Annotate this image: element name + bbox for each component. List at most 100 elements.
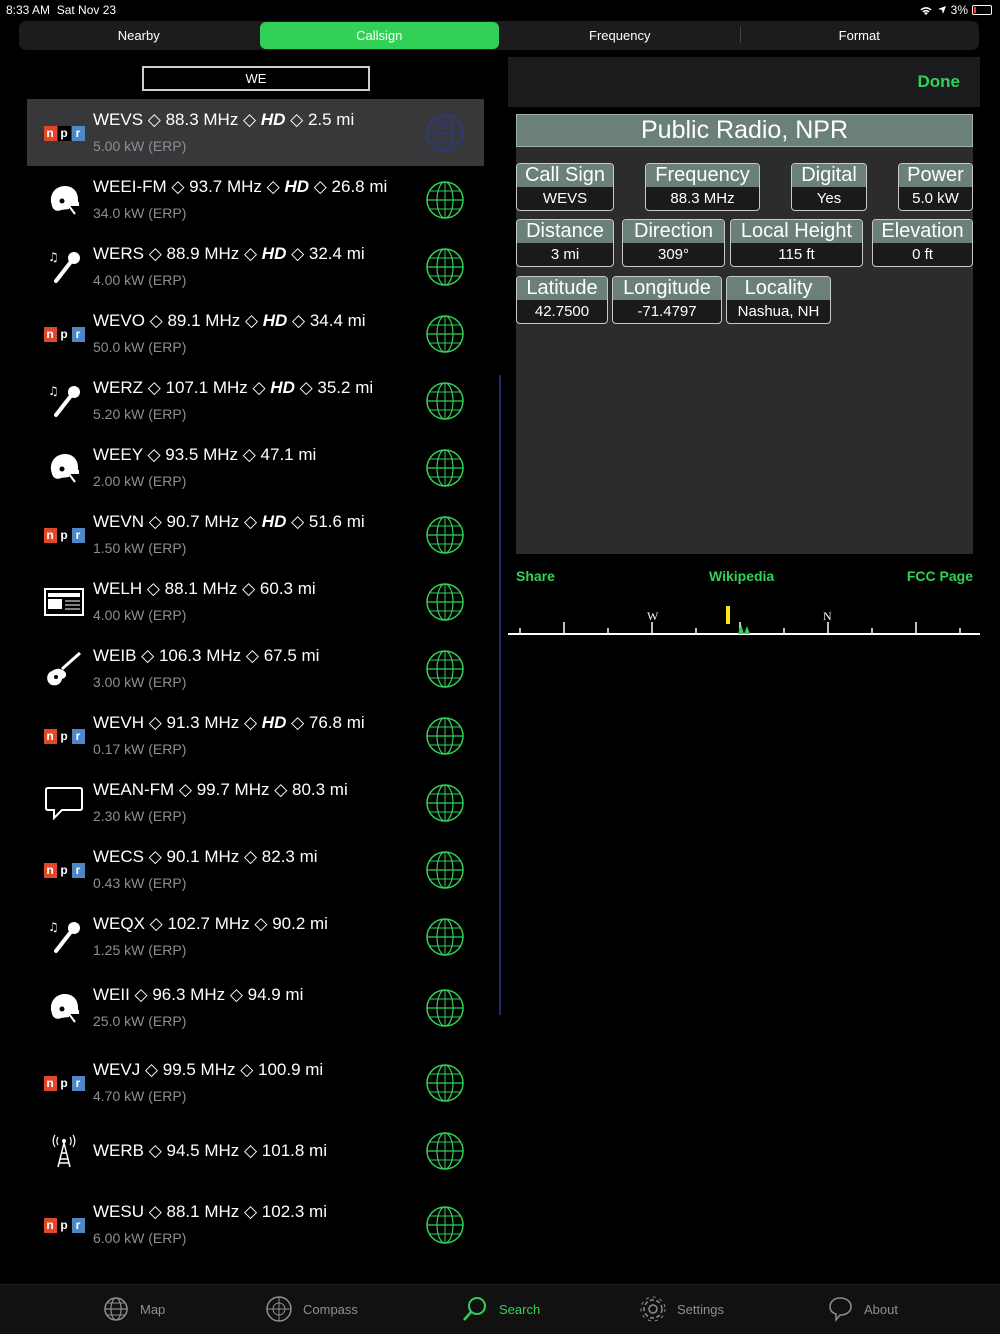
status-time: 8:33 AM Sat Nov 23 [6,3,117,17]
callsign-search-input[interactable]: WE [142,66,370,91]
station-row[interactable]: WEAN-FM ◇ 99.7 MHz ◇ 80.3 mi 2.30 kW (ERP… [27,769,484,836]
field-value: 3 mi [550,246,580,263]
station-title: WELH ◇ 88.1 MHz ◇ 60.3 mi [93,579,316,598]
station-row[interactable]: ♫ WERS ◇ 88.9 MHz ◇ HD ◇ 32.4 mi 4.00 kW (… [27,233,484,300]
station-power: 0.43 kW (ERP) [93,875,187,891]
field-label: Distance [517,220,613,243]
station-row[interactable]: n p r WEVN ◇ 90.7 MHz ◇ HD ◇ 51.6 mi 1.50 kW… [27,501,484,568]
tab-label: About [864,1301,898,1317]
compass-north-label: N [823,609,832,623]
station-row[interactable]: n p r WECS ◇ 90.1 MHz ◇ 82.3 mi 0.43 kW (ERP… [27,836,484,903]
npr-logo: npr [41,316,87,352]
station-row[interactable]: ♫ WEQX ◇ 102.7 MHz ◇ 90.2 mi 1.25 kW (ERP) [27,903,484,970]
station-row[interactable]: WEEI-FM ◇ 93.7 MHz ◇ HD ◇ 26.8 mi 34.0 kW… [27,166,484,233]
station-row[interactable]: n p r WEVO ◇ 89.1 MHz ◇ HD ◇ 34.4 mi 50.0 kW… [27,300,484,367]
globe-icon[interactable] [425,381,465,421]
tab-label: Settings [677,1301,724,1317]
status-bar: 8:33 AM Sat Nov 23 3% [0,0,1000,20]
segment-frequency[interactable]: Frequency [500,21,740,50]
tab-settings[interactable]: Settings [639,1295,724,1323]
fcc-page-link[interactable]: FCC Page [907,568,973,584]
station-row[interactable]: n p r WEVJ ◇ 99.5 MHz ◇ 100.9 mi 4.70 kW (ER… [27,1049,484,1116]
station-row[interactable]: WEII ◇ 96.3 MHz ◇ 94.9 mi 25.0 kW (ERP) [27,974,484,1041]
globe-icon[interactable] [425,180,465,220]
globe-icon[interactable] [425,1131,465,1171]
field-label: Local Height [731,220,862,243]
search-icon [463,1297,486,1321]
tab-about[interactable]: About [826,1295,898,1323]
globe-icon[interactable] [425,113,465,153]
segment-format[interactable]: Format [739,21,980,50]
heading-marker [726,606,730,624]
segment-nearby[interactable]: Nearby [19,21,259,50]
svg-text:♫: ♫ [48,250,59,264]
station-title: WEVH ◇ 91.3 MHz ◇ HD ◇ 76.8 mi [93,713,365,732]
wifi-icon [920,6,932,15]
station-row[interactable]: n p r WEVS ◇ 88.3 MHz ◇ HD ◇ 2.5 mi 5.00 kW … [27,99,484,166]
tab-map[interactable]: Map [102,1295,165,1323]
tab-label: Map [140,1301,166,1317]
station-format-title: Public Radio, NPR [516,114,973,147]
radio-tower-icon [41,1133,87,1169]
field-longitude: Longitude -71.4797 [612,276,722,324]
globe-icon[interactable] [425,716,465,756]
globe-icon[interactable] [425,783,465,823]
station-power: 3.00 kW (ERP) [93,674,187,690]
field-label: Frequency [646,164,759,187]
globe-icon[interactable] [425,649,465,689]
field-value: Nashua, NH [737,303,820,320]
globe-icon[interactable] [425,1205,465,1245]
filter-segmented-control: Nearby Callsign Frequency Format [19,21,979,50]
battery-icon [972,5,992,15]
globe-icon[interactable] [425,515,465,555]
football-helmet-icon [41,182,87,218]
station-title: WEVJ ◇ 99.5 MHz ◇ 100.9 mi [93,1060,324,1079]
globe-icon[interactable] [425,1063,465,1103]
globe-icon[interactable] [425,850,465,890]
microphone-icon: ♫ [41,919,87,955]
station-power: 4.70 kW (ERP) [93,1088,187,1104]
tab-compass[interactable]: Compass [265,1295,358,1323]
field-value: Yes [816,190,842,207]
globe-icon[interactable] [425,988,465,1028]
globe-icon[interactable] [425,314,465,354]
station-title: WEVN ◇ 90.7 MHz ◇ HD ◇ 51.6 mi [93,512,365,531]
tab-search[interactable]: Search [461,1295,540,1323]
station-row[interactable]: WEEY ◇ 93.5 MHz ◇ 47.1 mi 2.00 kW (ERP) [27,434,484,501]
station-title: WECS ◇ 90.1 MHz ◇ 82.3 mi [93,847,318,866]
station-list[interactable]: n p r WEVS ◇ 88.3 MHz ◇ HD ◇ 2.5 mi 5.00 kW … [27,99,484,1284]
npr-logo: npr [41,115,87,151]
station-title: WERB ◇ 94.5 MHz ◇ 101.8 mi [93,1141,327,1160]
share-link[interactable]: Share [516,568,555,584]
station-row[interactable]: WERB ◇ 94.5 MHz ◇ 101.8 mi [27,1117,484,1184]
field-label: Longitude [613,277,721,300]
segment-callsign[interactable]: Callsign [259,22,499,49]
field-elevation: Elevation 0 ft [872,219,973,267]
station-row[interactable]: WELH ◇ 88.1 MHz ◇ 60.3 mi 4.00 kW (ERP) [27,568,484,635]
npr-logo: npr [41,852,87,888]
field-direction: Direction 309° [622,219,725,267]
station-row[interactable]: ♫ WERZ ◇ 107.1 MHz ◇ HD ◇ 35.2 mi 5.20 kW … [27,367,484,434]
detail-header: Done [508,57,980,107]
station-title: WEQX ◇ 102.7 MHz ◇ 90.2 mi [93,914,328,933]
station-row[interactable]: n p r WESU ◇ 88.1 MHz ◇ 102.3 mi 6.00 kW (ER… [27,1191,484,1258]
field-label: Call Sign [517,164,613,187]
station-title: WEVO ◇ 89.1 MHz ◇ HD ◇ 34.4 mi [93,311,366,330]
done-button[interactable]: Done [918,72,961,92]
station-power: 5.00 kW (ERP) [93,138,187,154]
station-row[interactable]: WEIB ◇ 106.3 MHz ◇ 67.5 mi 3.00 kW (ERP) [27,635,484,702]
wikipedia-link[interactable]: Wikipedia [709,568,774,584]
split-divider[interactable] [499,375,501,1015]
npr-logo: npr [41,1065,87,1101]
field-value: 5.0 kW [912,190,959,207]
svg-text:♫: ♫ [48,384,59,398]
field-label: Elevation [873,220,972,243]
station-row[interactable]: n p r WEVH ◇ 91.3 MHz ◇ HD ◇ 76.8 mi 0.17 kW… [27,702,484,769]
globe-icon[interactable] [425,448,465,488]
globe-icon[interactable] [425,917,465,957]
globe-icon[interactable] [425,247,465,287]
station-title: WEII ◇ 96.3 MHz ◇ 94.9 mi [93,985,304,1004]
globe-icon[interactable] [425,582,465,622]
station-power: 0.17 kW (ERP) [93,741,187,757]
station-title: WEEY ◇ 93.5 MHz ◇ 47.1 mi [93,445,317,464]
